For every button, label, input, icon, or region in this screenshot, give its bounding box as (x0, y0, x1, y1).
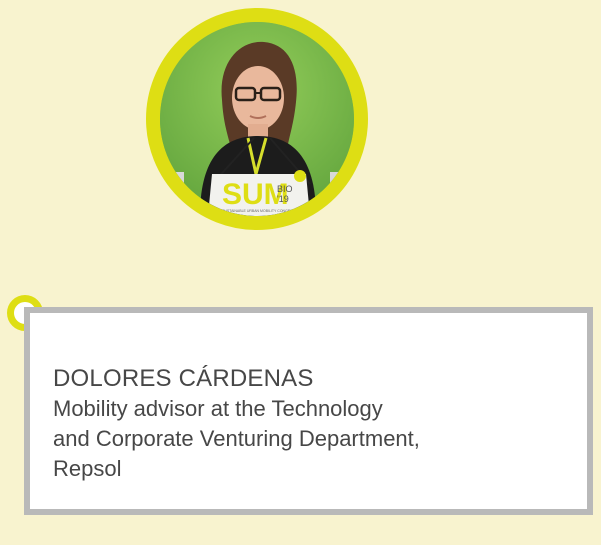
podium-logo-sub-1: BIO (277, 184, 293, 194)
speaker-role-line-2: and Corporate Venturing Department, (53, 426, 420, 451)
speaker-info: DOLORES CÁRDENAS Mobility advisor at the… (53, 364, 567, 484)
speaker-role-line-1: Mobility advisor at the Technology (53, 396, 383, 421)
speaker-photo: SUM BIO '19 SUSTAINABLE URBAN MOBILITY C… (146, 8, 368, 230)
speaker-name: DOLORES CÁRDENAS (53, 365, 314, 392)
podium-logo-sub-2: '19 (277, 194, 289, 204)
speaker-photo-image: SUM BIO '19 SUSTAINABLE URBAN MOBILITY C… (160, 22, 354, 216)
podium-logo-caption: SUSTAINABLE URBAN MOBILITY CONGRESS (222, 209, 298, 213)
speaker-card: DOLORES CÁRDENAS Mobility advisor at the… (24, 307, 593, 515)
podium-logo-pin (294, 170, 306, 182)
speaker-role-line-3: Repsol (53, 456, 122, 481)
